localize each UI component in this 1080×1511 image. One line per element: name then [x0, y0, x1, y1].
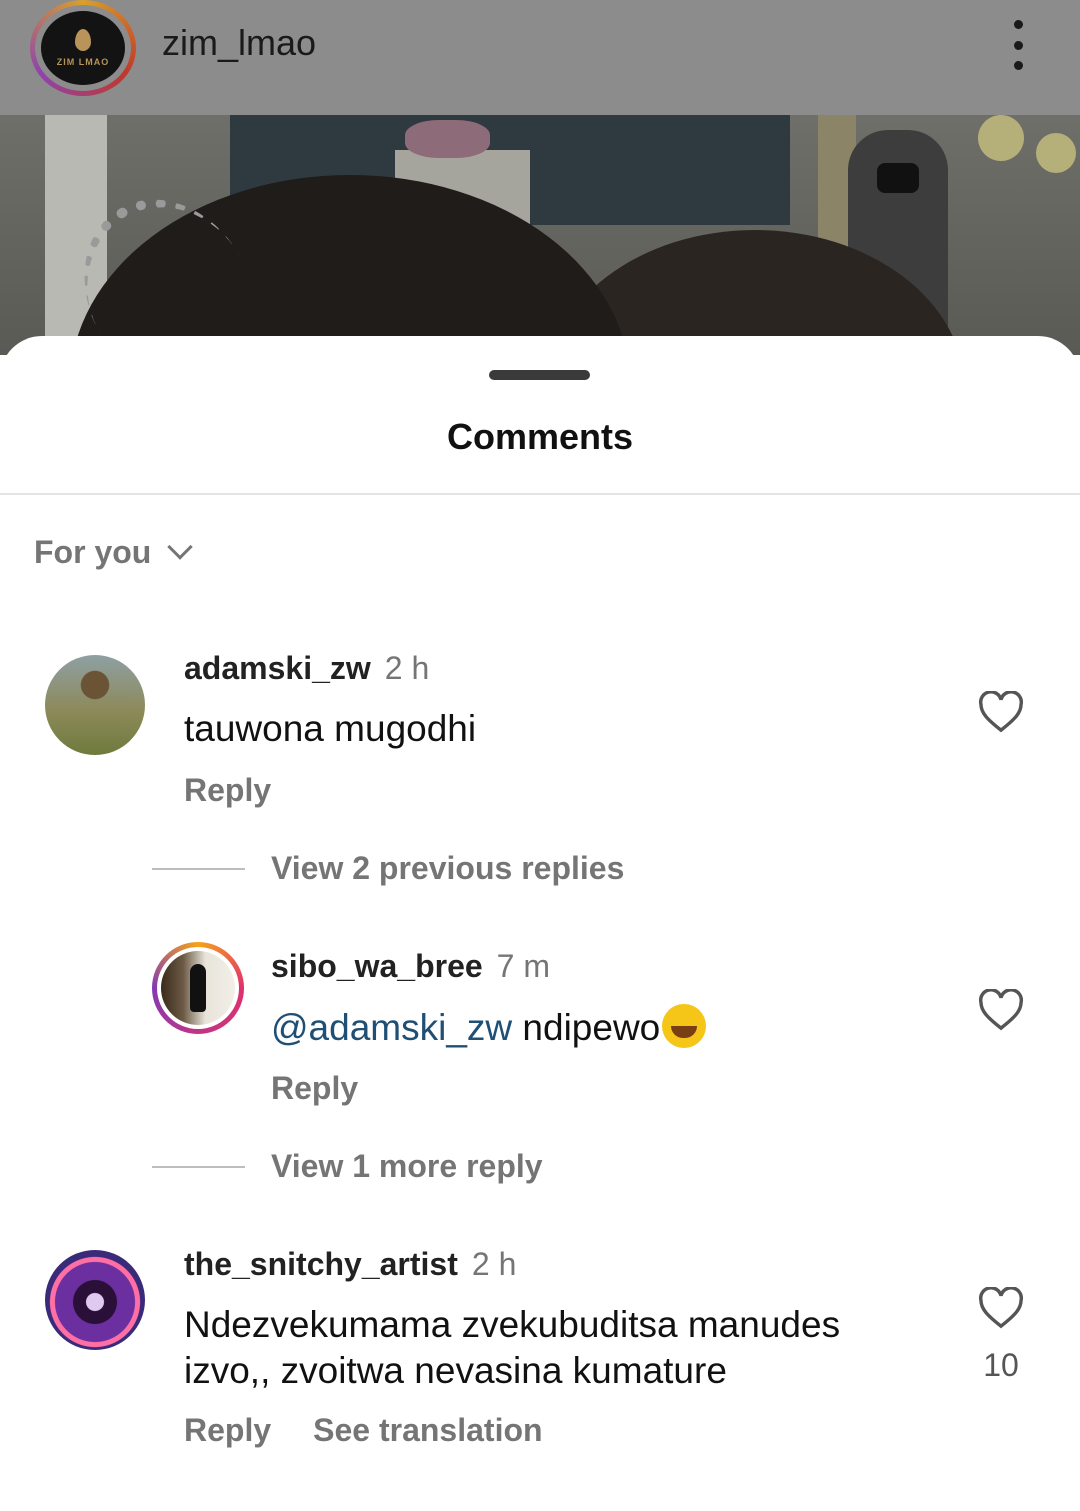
flame-logo-icon	[75, 29, 91, 51]
sheet-drag-handle[interactable]	[489, 370, 590, 380]
comment-time: 2 h	[471, 1246, 517, 1282]
account-username[interactable]: zim_lmao	[162, 22, 316, 64]
reply-button[interactable]: Reply	[184, 772, 271, 809]
sheet-title: Comments	[446, 416, 634, 457]
chevron-down-icon	[167, 533, 194, 560]
reply-button[interactable]: Reply	[184, 1412, 271, 1448]
comment-username[interactable]: the_snitchy_artist 2 h	[184, 1246, 516, 1283]
thread-line	[152, 1165, 245, 1168]
more-options-icon[interactable]	[1004, 20, 1032, 70]
see-translation-button[interactable]: See translation	[313, 1412, 542, 1448]
comment-text: Ndezvekumama zvekubuditsa manudes izvo,,…	[184, 1304, 841, 1391]
avatar-story-ring[interactable]	[152, 942, 244, 1034]
comment-username[interactable]: sibo_wa_bree 7 m	[271, 948, 550, 985]
heart-icon[interactable]	[978, 691, 1024, 733]
logo-text: ZIM LMAO	[56, 57, 110, 67]
divider	[0, 493, 1080, 495]
comment-username[interactable]: adamski_zw 2 h	[184, 650, 429, 687]
filter-label: For you	[34, 534, 152, 570]
sort-filter-dropdown[interactable]: For you	[34, 533, 194, 571]
comment-time: 2 h	[384, 650, 430, 686]
post-header: ZIM LMAO zim_lmao	[0, 0, 1080, 115]
avatar[interactable]	[45, 1250, 145, 1350]
comment-time: 7 m	[496, 948, 550, 984]
heart-icon[interactable]	[978, 989, 1024, 1031]
heart-icon[interactable]	[978, 1287, 1024, 1329]
post-image	[0, 115, 1080, 355]
thread-line	[152, 867, 245, 870]
avatar[interactable]	[45, 655, 145, 755]
laughing-emoji-icon	[662, 1004, 707, 1048]
comments-sheet: Comments For you adamski_zw 2 h tauwona m…	[0, 336, 1080, 1511]
like-count: 10	[983, 1347, 1019, 1383]
comment-text: tauwona mugodhi	[184, 708, 477, 749]
comment-actions: Reply See translation	[184, 1412, 543, 1449]
account-avatar[interactable]: ZIM LMAO	[30, 0, 136, 96]
reply-button[interactable]: Reply	[271, 1070, 358, 1107]
view-more-replies[interactable]: View 1 more reply	[152, 1148, 543, 1185]
view-previous-replies[interactable]: View 2 previous replies	[152, 850, 624, 887]
comment-text: @adamski_zw ndipewo	[271, 1004, 707, 1051]
mention-link[interactable]: @adamski_zw	[271, 1007, 512, 1048]
